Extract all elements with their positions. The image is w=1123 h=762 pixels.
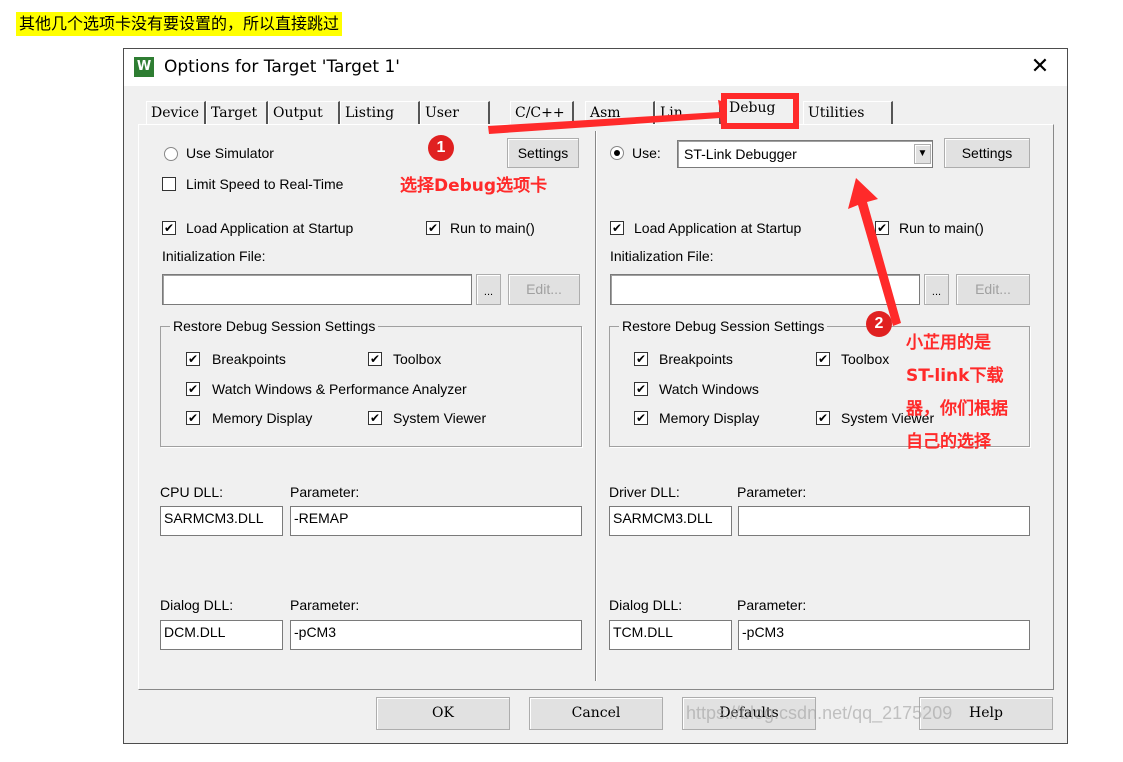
arrow-to-debugger-select bbox=[848, 178, 901, 326]
note-stlink-line4: 自己的选择 bbox=[906, 432, 991, 452]
step-1-badge: 1 bbox=[428, 135, 454, 161]
tab-debug[interactable]: Debug bbox=[721, 93, 799, 129]
note-stlink-line2: ST-link下载 bbox=[906, 366, 1004, 386]
note-select-debug-tab: 选择Debug选项卡 bbox=[400, 176, 548, 196]
note-stlink-line1: 小芷用的是 bbox=[906, 333, 991, 353]
step-2-badge: 2 bbox=[866, 311, 892, 337]
watermark: https://blog.csdn.net/qq_2175209 bbox=[686, 703, 953, 723]
arrow-to-debug-tab bbox=[488, 100, 760, 134]
note-stlink-line3: 器，你们根据 bbox=[906, 399, 1008, 419]
